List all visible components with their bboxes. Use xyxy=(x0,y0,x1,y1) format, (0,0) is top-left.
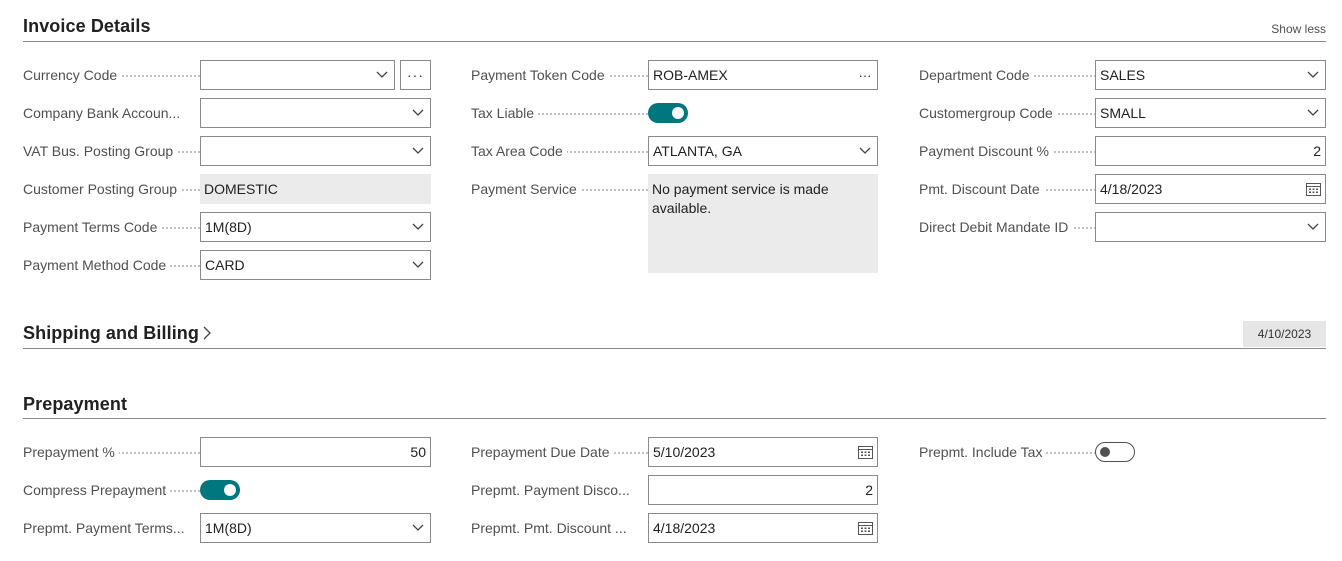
chevron-down-icon xyxy=(410,143,426,159)
chevron-down-icon xyxy=(374,67,390,83)
field-label: Payment Discount % xyxy=(919,143,1096,159)
chevron-down-icon xyxy=(410,219,426,235)
section-title-prepayment[interactable]: Prepayment xyxy=(23,394,127,415)
field-label: Customer Posting Group xyxy=(23,181,200,197)
payment-method-code-select[interactable]: CARD xyxy=(200,250,431,280)
field-row-company-bank: Company Bank Accoun... xyxy=(23,98,200,128)
section-divider xyxy=(23,418,1326,419)
field-row-payment-terms: Payment Terms Code xyxy=(23,212,200,242)
section-divider xyxy=(23,348,1326,349)
field-row-compress-prepayment: Compress Prepayment xyxy=(23,475,200,505)
field-label: Payment Terms Code xyxy=(23,219,200,235)
prepmt-payment-discount-input[interactable]: 2 xyxy=(648,475,878,505)
customergroup-code-select[interactable]: SMALL xyxy=(1095,98,1326,128)
pmt-discount-date-input[interactable]: 4/18/2023 xyxy=(1095,174,1326,204)
field-label: Currency Code xyxy=(23,67,200,83)
payment-discount-input[interactable]: 2 xyxy=(1095,136,1326,166)
field-row-prepayment-pct: Prepayment % xyxy=(23,437,200,467)
field-row-payment-token: Payment Token Code xyxy=(471,60,648,90)
field-label: Tax Area Code xyxy=(471,143,648,159)
field-label: Company Bank Accoun... xyxy=(23,105,200,121)
currency-code-select[interactable] xyxy=(200,60,395,90)
field-row-prepayment-due-date: Prepayment Due Date xyxy=(471,437,648,467)
direct-debit-mandate-select[interactable] xyxy=(1095,212,1326,242)
field-label: Customergroup Code xyxy=(919,105,1096,121)
chevron-down-icon xyxy=(1305,219,1321,235)
field-label: Tax Liable xyxy=(471,105,648,121)
chevron-down-icon xyxy=(410,105,426,121)
field-row-prepmt-pmt-disco: Prepmt. Payment Disco... xyxy=(471,475,648,505)
customer-posting-group-field: DOMESTIC xyxy=(200,174,431,204)
field-label: Prepayment % xyxy=(23,444,200,460)
field-label: Prepayment Due Date xyxy=(471,444,648,460)
field-row-pmt-discount-date: Pmt. Discount Date xyxy=(919,174,1096,204)
prepmt-pmt-discount-date-input[interactable]: 4/18/2023 xyxy=(648,513,878,543)
field-row-currency-code: Currency Code xyxy=(23,60,200,90)
section-divider xyxy=(23,41,1326,42)
field-row-payment-service: Payment Service xyxy=(471,174,648,204)
chevron-down-icon xyxy=(1305,105,1321,121)
field-label: Payment Token Code xyxy=(471,67,648,83)
shipping-date-badge: 4/10/2023 xyxy=(1243,321,1326,347)
field-label: Department Code xyxy=(919,67,1096,83)
field-row-customer-posting: Customer Posting Group xyxy=(23,174,200,204)
prepmt-include-tax-toggle[interactable] xyxy=(1095,442,1135,462)
prepayment-due-date-input[interactable]: 5/10/2023 xyxy=(648,437,878,467)
department-code-select[interactable]: SALES xyxy=(1095,60,1326,90)
field-label: Prepmt. Pmt. Discount ... xyxy=(471,520,648,536)
calendar-icon[interactable] xyxy=(857,520,873,536)
calendar-icon[interactable] xyxy=(857,444,873,460)
section-title-invoice-details[interactable]: Invoice Details xyxy=(23,16,151,37)
field-row-prepmt-terms: Prepmt. Payment Terms... xyxy=(23,513,200,543)
field-label: Payment Method Code xyxy=(23,257,200,273)
compress-prepayment-toggle[interactable] xyxy=(200,480,240,500)
field-row-direct-debit: Direct Debit Mandate ID xyxy=(919,212,1096,242)
payment-service-field: No payment service is made available. xyxy=(648,174,878,273)
field-label: VAT Bus. Posting Group xyxy=(23,143,200,159)
field-row-customergroup: Customergroup Code xyxy=(919,98,1096,128)
payment-token-code-input[interactable]: ROB-AMEX ··· xyxy=(648,60,878,90)
chevron-down-icon xyxy=(410,520,426,536)
prepayment-percent-input[interactable]: 50 xyxy=(200,437,431,467)
calendar-icon[interactable] xyxy=(1305,181,1321,197)
field-label: Prepmt. Payment Disco... xyxy=(471,482,648,498)
payment-terms-code-select[interactable]: 1M(8D) xyxy=(200,212,431,242)
field-label: Payment Service xyxy=(471,181,648,197)
field-row-prepmt-include-tax: Prepmt. Include Tax xyxy=(919,437,1096,467)
field-label: Direct Debit Mandate ID xyxy=(919,219,1096,235)
field-row-payment-method: Payment Method Code xyxy=(23,250,200,280)
field-label: Prepmt. Include Tax xyxy=(919,444,1096,460)
ellipsis-icon[interactable]: ··· xyxy=(857,67,873,83)
company-bank-account-select[interactable] xyxy=(200,98,431,128)
vat-bus-posting-group-select[interactable] xyxy=(200,136,431,166)
field-label: Pmt. Discount Date xyxy=(919,181,1096,197)
chevron-down-icon xyxy=(410,257,426,273)
section-title-shipping-billing[interactable]: Shipping and Billing xyxy=(23,323,211,345)
field-row-payment-discount: Payment Discount % xyxy=(919,136,1096,166)
field-row-tax-liable: Tax Liable xyxy=(471,98,648,128)
chevron-down-icon xyxy=(857,143,873,159)
field-row-tax-area: Tax Area Code xyxy=(471,136,648,166)
show-less-link[interactable]: Show less xyxy=(1271,22,1326,36)
chevron-right-icon xyxy=(203,324,211,345)
chevron-down-icon xyxy=(1305,67,1321,83)
ellipsis-icon: ··· xyxy=(407,67,424,83)
field-row-department: Department Code xyxy=(919,60,1096,90)
field-row-vat-bus: VAT Bus. Posting Group xyxy=(23,136,200,166)
tax-liable-toggle[interactable] xyxy=(648,103,688,123)
field-row-prepmt-pmt-discount-date: Prepmt. Pmt. Discount ... xyxy=(471,513,648,543)
field-label: Compress Prepayment xyxy=(23,482,200,498)
field-label: Prepmt. Payment Terms... xyxy=(23,520,200,536)
currency-code-assist-button[interactable]: ··· xyxy=(400,60,431,90)
tax-area-code-select[interactable]: ATLANTA, GA xyxy=(648,136,878,166)
prepmt-payment-terms-select[interactable]: 1M(8D) xyxy=(200,513,431,543)
